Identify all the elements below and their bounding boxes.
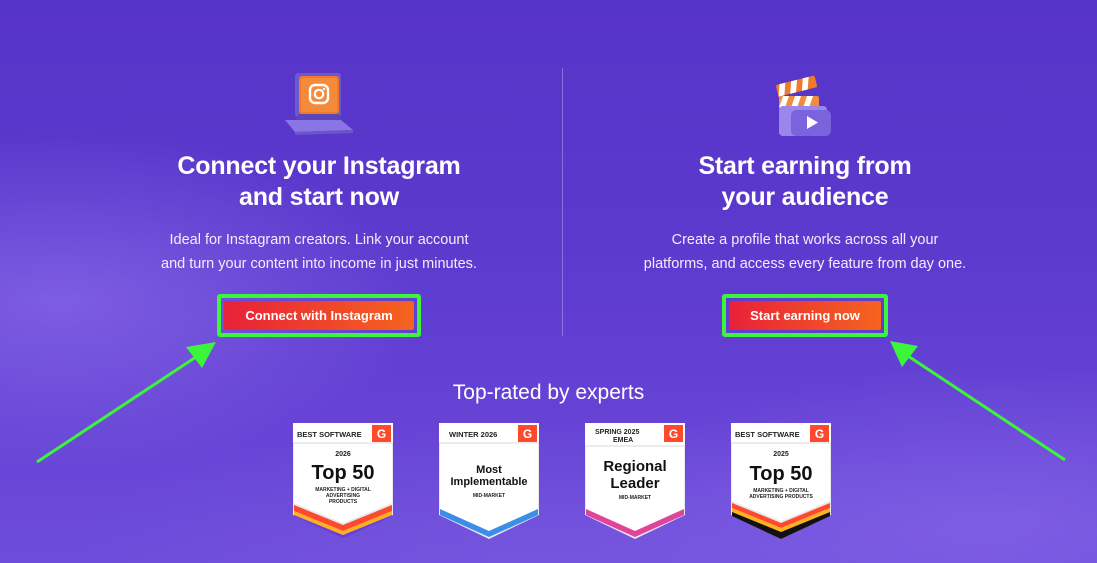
title-line-1: Start earning from — [698, 152, 912, 180]
badge-top-label: BEST SOFTWARE — [735, 430, 800, 439]
badge-top-label-1: SPRING 2025 — [595, 429, 639, 436]
earning-panel-title: Start earning from your audience — [585, 151, 1025, 213]
top-rated-heading: Top-rated by experts — [452, 381, 645, 404]
badge-top-label: WINTER 2026 — [449, 430, 497, 439]
badge-subtitle-2: ADVERTISING PRODUCTS — [749, 494, 813, 500]
badge-subtitle: MID-MARKET — [619, 495, 651, 501]
title-line-1: Connect your Instagram — [177, 152, 461, 180]
instagram-panel-description: Ideal for Instagram creators. Link your … — [99, 228, 539, 276]
earning-panel-description: Create a profile that works across all y… — [585, 228, 1025, 276]
badge-title-1: Most — [476, 464, 502, 476]
desc-line-2: and turn your content into income in jus… — [161, 256, 477, 272]
g2-badge-regional-leader[interactable]: SPRING 2025 EMEA G Regional Leader MID-M… — [585, 423, 685, 539]
g2-badge-top-50-2025[interactable]: BEST SOFTWARE G 2025 Top 50 MARKETING + … — [731, 423, 831, 539]
desc-line-1: Ideal for Instagram creators. Link your … — [169, 232, 469, 248]
title-line-2: and start now — [239, 183, 399, 211]
badge-subtitle: MID-MARKET — [473, 493, 505, 499]
badge-title-2: Leader — [610, 475, 659, 492]
badge-top-label-2: EMEA — [613, 437, 633, 444]
earning-panel: Start earning from your audience Create … — [585, 66, 1025, 337]
badge-title-2: Implementable — [450, 476, 527, 488]
badge-title: Top 50 — [750, 463, 813, 485]
column-divider — [562, 68, 563, 336]
start-button-highlight: Start earning now — [722, 294, 888, 337]
g2-badge-top-50-2026[interactable]: BEST SOFTWARE G 2026 Top 50 MARKETING + … — [293, 423, 393, 539]
instagram-laptop-icon — [285, 73, 353, 135]
badge-year: 2026 — [335, 451, 351, 458]
g2-logo-icon: G — [815, 427, 824, 441]
instagram-panel-title: Connect your Instagram and start now — [99, 151, 539, 213]
desc-line-1: Create a profile that works across all y… — [671, 232, 939, 248]
connect-button-highlight: Connect with Instagram — [217, 294, 421, 337]
instagram-panel: Connect your Instagram and start now Ide… — [99, 66, 539, 337]
badge-year: 2025 — [773, 451, 789, 458]
badge-title-1: Regional — [603, 458, 666, 475]
g2-badge-most-implementable[interactable]: WINTER 2026 G Most Implementable MID-MAR… — [439, 423, 539, 539]
g2-logo-icon: G — [523, 427, 532, 441]
g2-logo-icon: G — [377, 427, 386, 441]
clapperboard-play-icon — [776, 75, 831, 136]
desc-line-2: platforms, and access every feature from… — [643, 256, 967, 272]
start-earning-now-button[interactable]: Start earning now — [729, 301, 881, 330]
badge-title: Top 50 — [312, 462, 375, 484]
badge-subtitle-3: PRODUCTS — [329, 499, 358, 505]
g2-logo-icon: G — [669, 427, 678, 441]
connect-with-instagram-button[interactable]: Connect with Instagram — [224, 301, 414, 330]
badge-top-label: BEST SOFTWARE — [297, 430, 362, 439]
title-line-2: your audience — [721, 183, 889, 211]
